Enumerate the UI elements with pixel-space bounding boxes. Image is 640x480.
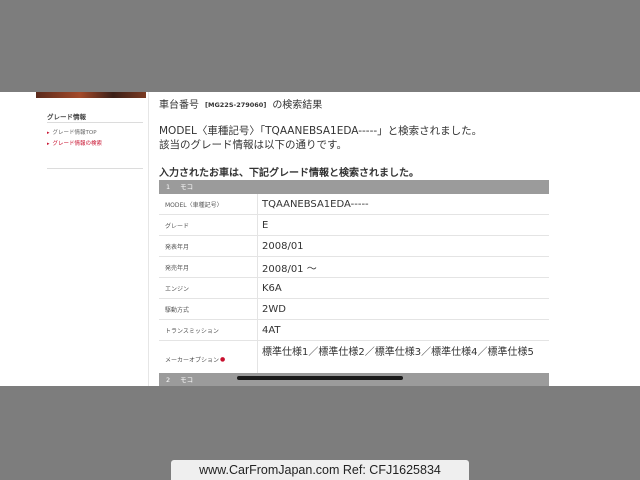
table-row: グレード E [159,215,549,236]
result-model-name: モコ [180,376,194,384]
home-indicator[interactable] [237,376,403,380]
sidebar-item-grade-search[interactable]: ▸ グレード情報の検索 [47,139,102,147]
required-mark: ● [220,355,226,363]
table-row: トランスミッション 4AT [159,320,549,341]
watermark: www.CarFromJapan.com Ref: CFJ1625834 [171,460,469,480]
car-thumbnail [36,92,146,98]
row-value: 4AT [262,324,281,336]
chevron-right-icon: ▸ [47,141,50,147]
table-row: 発売年月 2008/01 〜 [159,257,549,278]
row-key: 発売年月 [165,264,190,272]
table-row: 駆動方式 2WD [159,299,549,320]
sidebar-item-label: グレード情報TOP [52,130,97,136]
result-number: 1 [166,183,171,191]
chevron-right-icon: ▸ [47,130,50,136]
sidebar-item-label: グレード情報の検索 [52,141,103,147]
row-key: 駆動方式 [165,306,190,314]
row-key: メーカーオプション ● [165,341,225,377]
row-value: 2008/01 [262,240,304,252]
row-key: MODEL〈車種記号〉 [165,201,223,209]
result-model-name: モコ [180,183,194,191]
row-key: 発表年月 [165,243,190,251]
title-prefix: 車台番号 [159,100,199,111]
sidebar: グレード情報 ▸ グレード情報TOP ▸ グレード情報の検索 [0,92,149,386]
sidebar-divider [47,168,143,169]
search-message-line: 該当のグレード情報は以下の通りです。 [159,139,347,151]
chassis-number: [MG22S-279060] [205,101,267,109]
table-row: MODEL〈車種記号〉 TQAANEBSA1EDA----- [159,194,549,215]
grade-info-table: MODEL〈車種記号〉 TQAANEBSA1EDA----- グレード E 発表年月… [159,194,549,378]
result-subheading: 入力されたお車は、下記グレード情報と検索されました。 [159,168,419,179]
row-key-label: メーカーオプション [165,356,220,364]
row-key: グレード [165,222,190,230]
row-key: トランスミッション [165,327,219,335]
table-row: 発表年月 2008/01 [159,236,549,257]
search-message-line: MODEL〈車種記号〉「TQAANEBSA1EDA-----」と検索されました。 [159,125,483,137]
row-value: 2008/01 〜 [262,263,317,275]
search-message: MODEL〈車種記号〉「TQAANEBSA1EDA-----」と検索されました。… [159,124,482,152]
sidebar-heading: グレード情報 [47,113,86,121]
row-value: E [262,219,269,231]
row-value: K6A [262,282,282,294]
result-number: 2 [166,376,171,384]
row-value: TQAANEBSA1EDA----- [262,198,369,210]
sidebar-divider [47,122,143,123]
row-value: 2WD [262,303,286,315]
table-row: エンジン K6A [159,278,549,299]
webpage-viewport: グレード情報 ▸ グレード情報TOP ▸ グレード情報の検索 車台番号 [MG22S-… [0,92,640,386]
result-header-bar: 1 モコ [159,180,549,194]
row-key: エンジン [165,285,190,293]
page-title: 車台番号 [MG22S-279060] の検索結果 [159,96,322,111]
title-suffix: の検索結果 [272,100,323,111]
sidebar-item-grade-top[interactable]: ▸ グレード情報TOP [47,128,97,136]
